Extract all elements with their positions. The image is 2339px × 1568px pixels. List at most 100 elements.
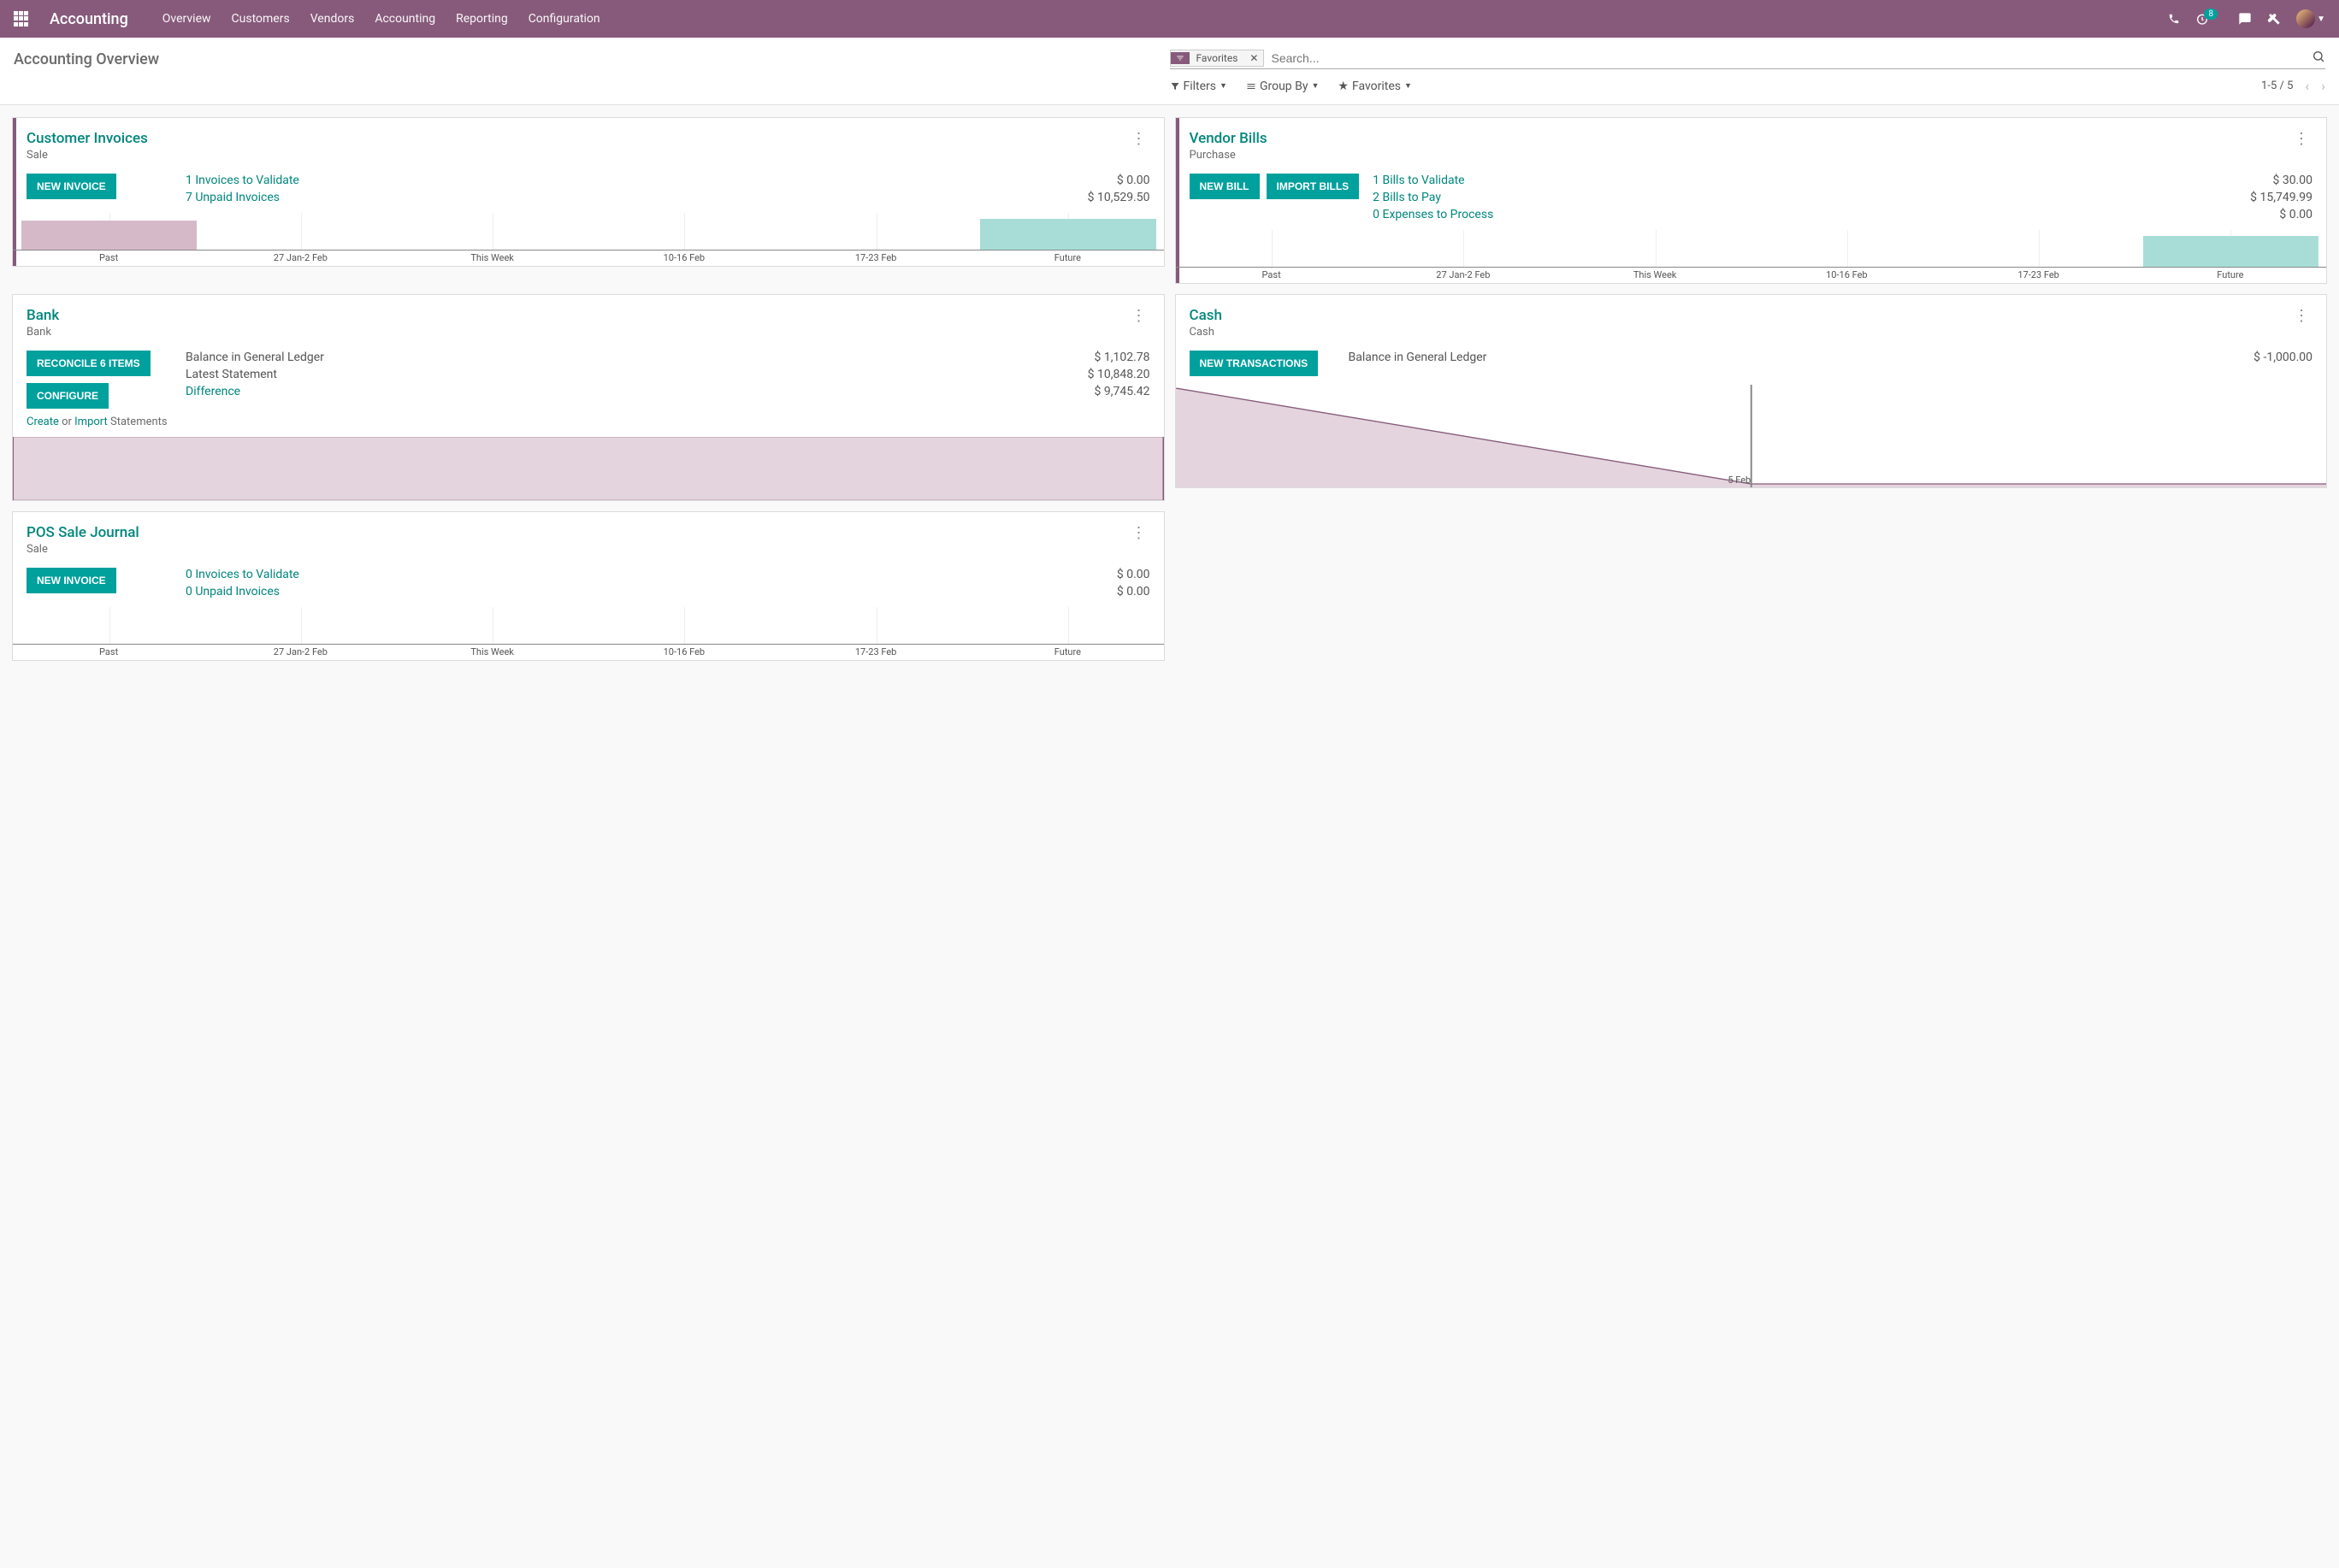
caret-down-icon: ▼ (2317, 15, 2325, 24)
axis-label: 27 Jan-2 Feb (1367, 269, 1559, 283)
card-vendor-bills: Vendor Bills Purchase ⋮ NEW BILL IMPORT … (1175, 117, 2328, 284)
chart-point-label: 5 Feb (1728, 475, 1751, 486)
tools-icon[interactable] (2267, 12, 2281, 26)
timer-icon[interactable]: 8 (2195, 12, 2223, 26)
reconcile-button[interactable]: RECONCILE 6 ITEMS (27, 351, 151, 376)
stat-label: Latest Statement (186, 368, 277, 381)
axis-label: Future (2135, 269, 2326, 283)
stat-link[interactable]: 0 Expenses to Process (1373, 208, 1493, 221)
filters-button[interactable]: Filters ▼ (1170, 80, 1227, 93)
avatar (2296, 9, 2315, 28)
stat-amount: $ 0.00 (1117, 568, 1150, 581)
pager-text[interactable]: 1-5 / 5 (2261, 80, 2293, 92)
stat-link[interactable]: 2 Bills to Pay (1373, 191, 1441, 204)
new-transactions-button[interactable]: NEW TRANSACTIONS (1190, 351, 1319, 376)
search-input[interactable] (1264, 50, 2312, 67)
new-invoice-button[interactable]: NEW INVOICE (27, 174, 116, 199)
kebab-icon[interactable]: ⋮ (1128, 524, 1150, 543)
bank-chart (13, 437, 1164, 500)
card-customer-invoices: Customer Invoices Sale ⋮ NEW INVOICE 1 I… (12, 117, 1165, 267)
card-subtitle: Cash (1190, 326, 1222, 339)
kebab-icon[interactable]: ⋮ (2290, 307, 2312, 326)
kebab-icon[interactable]: ⋮ (1128, 130, 1150, 149)
axis-label: Past (13, 646, 204, 660)
timer-badge: 8 (2204, 9, 2218, 20)
caret-down-icon: ▼ (1404, 81, 1412, 91)
user-menu[interactable]: ▼ (2296, 9, 2325, 28)
nav-customers[interactable]: Customers (232, 12, 290, 26)
groupby-button[interactable]: Group By ▼ (1246, 80, 1319, 93)
search-icon[interactable] (2312, 50, 2325, 67)
stat-link[interactable]: Difference (186, 385, 240, 398)
card-bank: Bank Bank ⋮ RECONCILE 6 ITEMS CONFIGURE … (12, 294, 1165, 501)
card-title[interactable]: Vendor Bills (1190, 130, 1267, 147)
configure-button[interactable]: CONFIGURE (27, 383, 109, 409)
card-subtitle: Purchase (1190, 149, 1267, 162)
pos-chart: Past 27 Jan-2 Feb This Week 10-16 Feb 17… (13, 607, 1164, 660)
nav-overview[interactable]: Overview (162, 12, 211, 26)
favorites-button[interactable]: ★ Favorites ▼ (1338, 80, 1412, 93)
facet-label: Favorites (1190, 50, 1245, 66)
nav-configuration[interactable]: Configuration (529, 12, 600, 26)
page-title: Accounting Overview (14, 50, 159, 68)
facet-remove-icon[interactable]: ✕ (1244, 50, 1263, 66)
app-brand[interactable]: Accounting (50, 10, 128, 28)
axis-label: 17-23 Feb (1943, 269, 2135, 283)
stat-link[interactable]: 7 Unpaid Invoices (186, 191, 280, 204)
card-subtitle: Bank (27, 326, 59, 339)
bills-chart: Past 27 Jan-2 Feb This Week 10-16 Feb 17… (1176, 230, 2327, 283)
stat-amount: $ 30.00 (2272, 174, 2312, 187)
card-pos-sale: POS Sale Journal Sale ⋮ NEW INVOICE 0 In… (12, 511, 1165, 661)
pager-prev-icon[interactable]: ‹ (2305, 78, 2309, 94)
stat-amount: $ 0.00 (1117, 585, 1150, 598)
nav-vendors[interactable]: Vendors (310, 12, 355, 26)
axis-label: 10-16 Feb (588, 646, 780, 660)
stat-amount: $ -1,000.00 (2253, 351, 2312, 364)
stat-link[interactable]: 1 Invoices to Validate (186, 174, 299, 187)
stat-link[interactable]: 1 Bills to Validate (1373, 174, 1464, 187)
stat-amount: $ 10,529.50 (1088, 191, 1150, 204)
cash-chart: 5 Feb (1176, 385, 2327, 487)
stat-link[interactable]: 0 Unpaid Invoices (186, 585, 280, 598)
create-link[interactable]: Create (27, 416, 59, 428)
phone-icon[interactable] (2168, 13, 2180, 25)
control-panel: Accounting Overview Favorites ✕ Filters (0, 38, 2339, 105)
kebab-icon[interactable]: ⋮ (2290, 130, 2312, 149)
caret-down-icon: ▼ (1220, 81, 1227, 91)
card-subtitle: Sale (27, 543, 139, 556)
card-title[interactable]: Customer Invoices (27, 130, 148, 147)
stat-amount: $ 1,102.78 (1095, 351, 1150, 364)
stat-label: Balance in General Ledger (1349, 351, 1487, 364)
new-bill-button[interactable]: NEW BILL (1190, 174, 1260, 199)
stat-amount: $ 9,745.42 (1095, 385, 1150, 398)
search-facet: Favorites ✕ (1170, 50, 1265, 67)
filter-icon (1171, 52, 1190, 64)
import-link[interactable]: Import (74, 416, 108, 428)
axis-label: 10-16 Feb (588, 252, 780, 266)
card-title[interactable]: Cash (1190, 307, 1222, 324)
invoice-chart: Past 27 Jan-2 Feb This Week 10-16 Feb 17… (13, 213, 1164, 266)
stat-amount: $ 0.00 (1117, 174, 1150, 187)
main-menu: Overview Customers Vendors Accounting Re… (162, 12, 600, 26)
axis-label: 27 Jan-2 Feb (204, 646, 396, 660)
import-bills-button[interactable]: IMPORT BILLS (1267, 174, 1360, 199)
stat-link[interactable]: 0 Invoices to Validate (186, 568, 299, 581)
apps-icon[interactable] (14, 11, 29, 27)
star-icon: ★ (1338, 80, 1349, 93)
search-bar[interactable]: Favorites ✕ (1170, 50, 2326, 69)
kebab-icon[interactable]: ⋮ (1128, 307, 1150, 326)
pager-next-icon[interactable]: › (2321, 78, 2325, 94)
card-title[interactable]: POS Sale Journal (27, 524, 139, 541)
axis-label: Future (972, 252, 1163, 266)
axis-label: Future (972, 646, 1163, 660)
new-invoice-button[interactable]: NEW INVOICE (27, 568, 116, 593)
card-title[interactable]: Bank (27, 307, 59, 324)
axis-label: This Week (397, 252, 588, 266)
statement-links: Create or Import Statements (27, 416, 168, 428)
chat-icon[interactable] (2238, 12, 2252, 26)
top-nav: Accounting Overview Customers Vendors Ac… (0, 0, 2339, 38)
nav-reporting[interactable]: Reporting (456, 12, 508, 26)
nav-accounting[interactable]: Accounting (375, 12, 435, 26)
favorites-label: Favorites (1352, 80, 1401, 93)
stat-amount: $ 15,749.99 (2250, 191, 2312, 204)
